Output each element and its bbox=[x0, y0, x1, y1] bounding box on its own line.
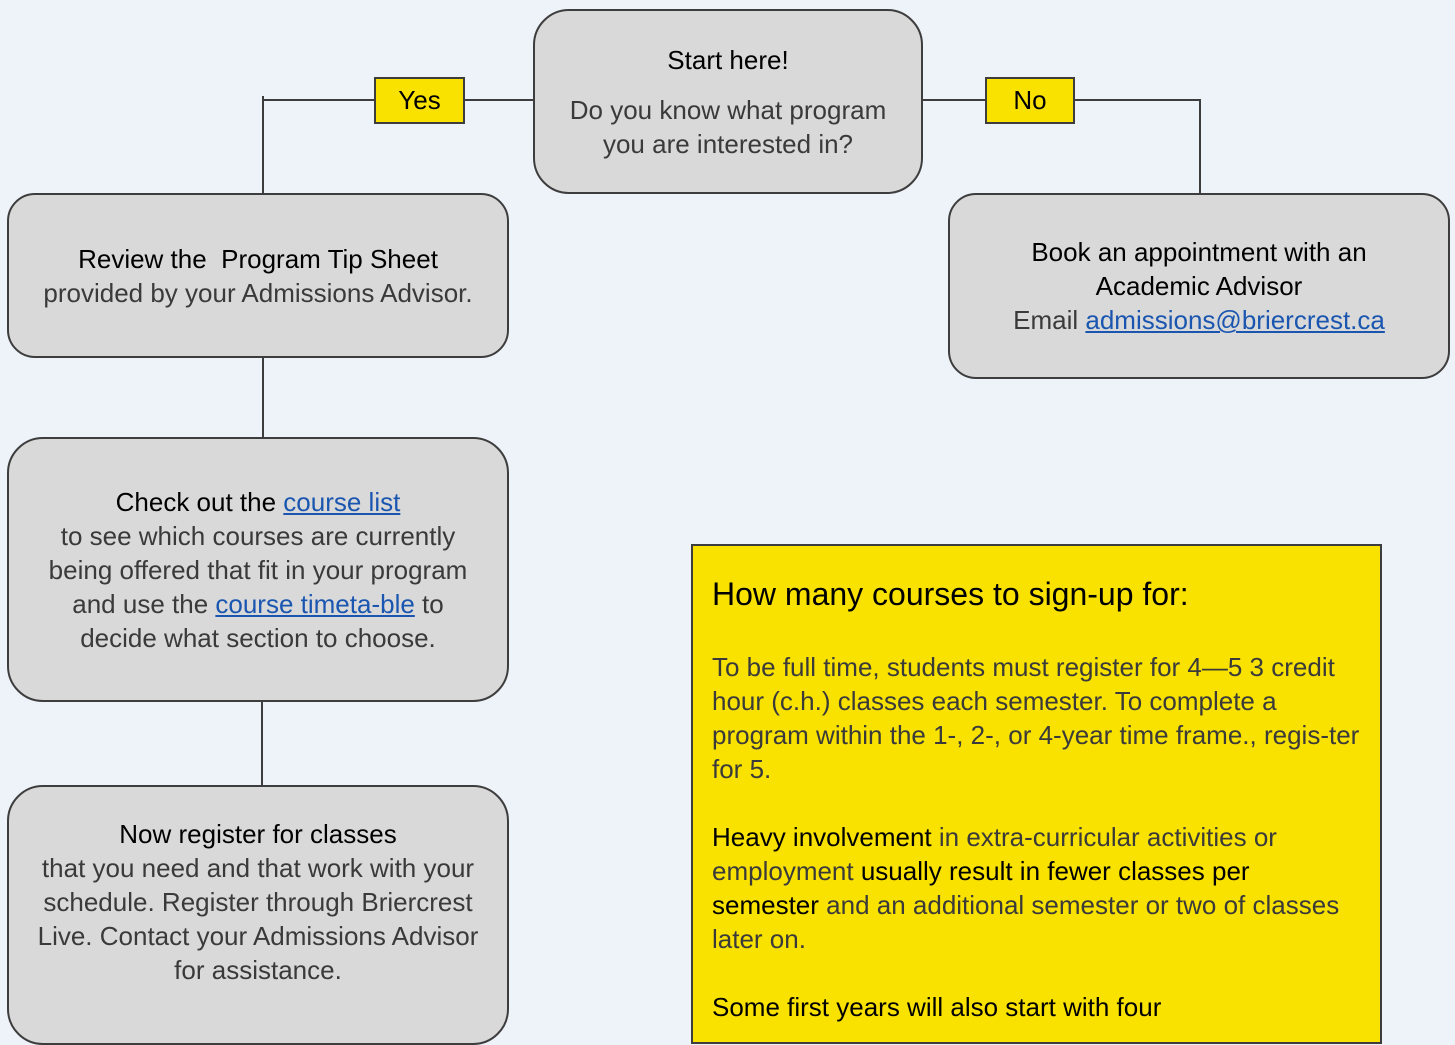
info-paragraph-2: Heavy involvement in extra-curricular ac… bbox=[712, 820, 1362, 956]
info-paragraph-3: Some first years will also start with fo… bbox=[712, 990, 1362, 1024]
no-label: No bbox=[985, 77, 1075, 124]
register-box: Now register for classes that you need a… bbox=[7, 785, 509, 1045]
course-count-info-panel: How many courses to sign-up for: To be f… bbox=[691, 544, 1382, 1044]
course-timetable-link[interactable]: course timeta-ble bbox=[215, 589, 414, 619]
connector-course-to-register bbox=[261, 700, 263, 786]
start-question: Do you know what program you are interes… bbox=[569, 94, 887, 159]
advisor-heading: Book an appointment with an Academic Adv… bbox=[1031, 237, 1367, 301]
register-heading: Now register for classes bbox=[119, 819, 397, 849]
review-body: provided by your Admissions Advisor. bbox=[43, 277, 473, 308]
review-heading: Review the Program Tip Sheet bbox=[78, 243, 438, 274]
advisor-email-link[interactable]: admissions@briercrest.ca bbox=[1085, 305, 1384, 335]
connector-review-to-course bbox=[262, 356, 264, 438]
course-body: to see which courses are currently being… bbox=[35, 519, 481, 655]
info-title: How many courses to sign-up for: bbox=[712, 576, 1189, 612]
advisor-email-prefix: Email bbox=[1013, 305, 1086, 335]
review-tip-sheet-box: Review the Program Tip Sheet provided by… bbox=[7, 193, 509, 358]
register-body: that you need and that work with your sc… bbox=[37, 853, 479, 985]
connector-start-to-yes bbox=[464, 99, 534, 101]
connector-yes-left bbox=[263, 99, 375, 101]
info-paragraph-1: To be full time, students must register … bbox=[712, 652, 1360, 784]
connector-start-to-no bbox=[922, 99, 986, 101]
advisor-email-line: Email admissions@briercrest.ca bbox=[990, 303, 1408, 337]
course-heading-line: Check out the course list bbox=[35, 485, 481, 519]
course-heading: Check out the bbox=[115, 486, 284, 517]
connector-no-right bbox=[1074, 99, 1201, 101]
academic-advisor-box: Book an appointment with an Academic Adv… bbox=[948, 193, 1450, 379]
yes-label: Yes bbox=[374, 77, 465, 124]
connector-yes-down bbox=[262, 96, 264, 194]
start-box: Start here! Do you know what program you… bbox=[533, 9, 923, 194]
info-bold-heavy-involvement: Heavy involvement bbox=[712, 822, 932, 852]
course-list-box: Check out the course list to see which c… bbox=[7, 437, 509, 702]
info-bold-first-years: Some first years will also start with fo… bbox=[712, 992, 1162, 1022]
course-list-link[interactable]: course list bbox=[283, 487, 400, 517]
start-heading: Start here! bbox=[667, 44, 789, 75]
connector-no-down bbox=[1199, 99, 1201, 194]
